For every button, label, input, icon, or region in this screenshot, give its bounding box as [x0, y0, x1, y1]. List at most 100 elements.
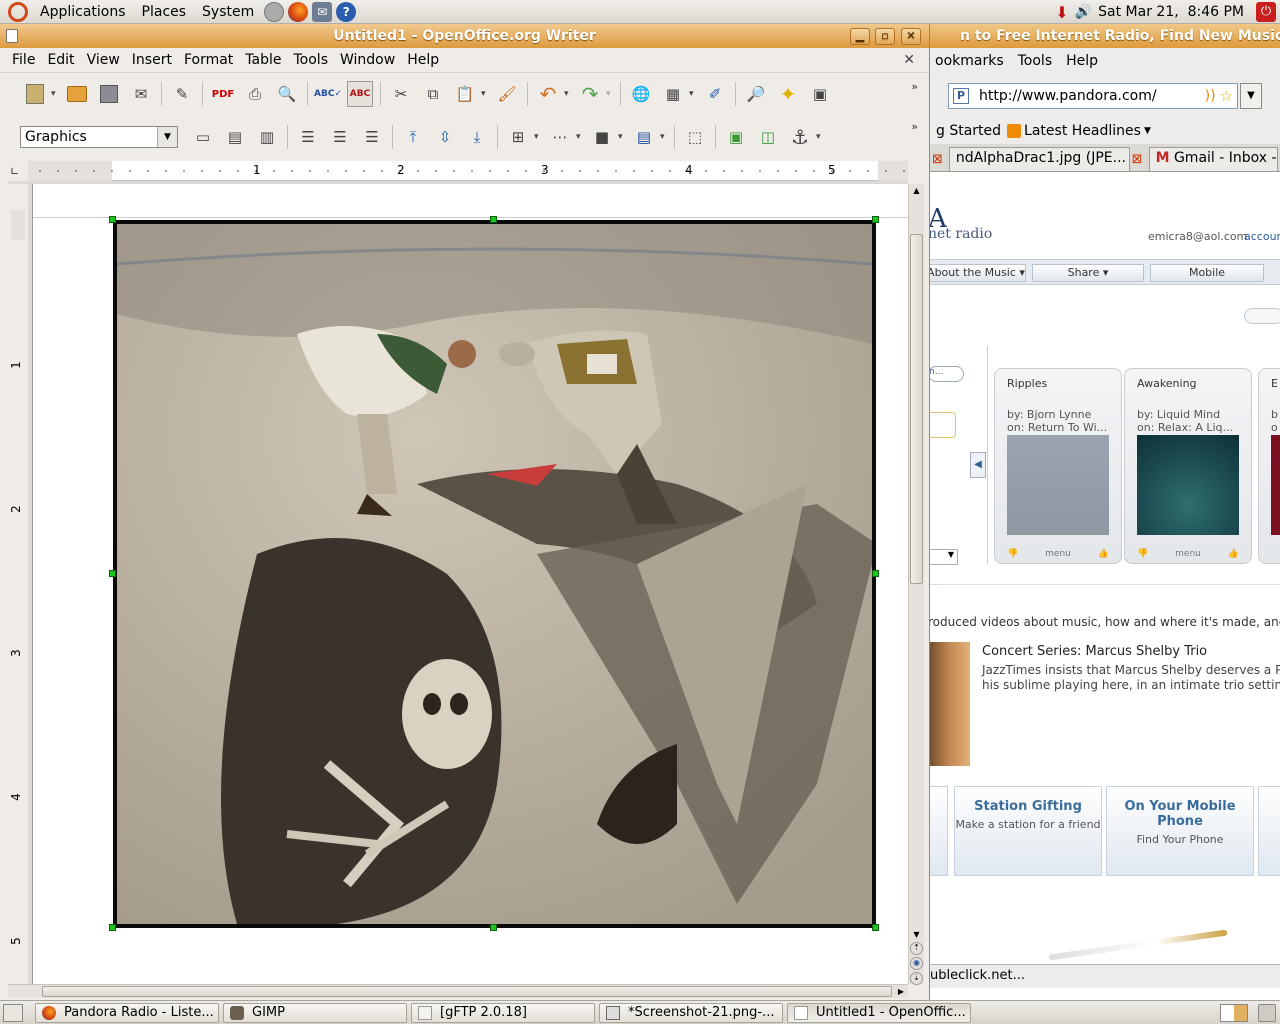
resize-handle-e[interactable]	[872, 570, 879, 577]
tab-gmail[interactable]: M Gmail - Inbox -	[1148, 147, 1278, 171]
next-page-button[interactable]: ⇣	[910, 972, 923, 985]
task-screenshot[interactable]: *Screenshot-21.png-...	[599, 1002, 783, 1023]
line-style-icon[interactable]: ⋯	[547, 124, 573, 150]
station-gifting-promo[interactable]: Station Gifting Make a station for a fri…	[954, 786, 1102, 876]
scroll-thumb[interactable]	[910, 234, 923, 584]
hyperlink-icon[interactable]: 🌐	[628, 81, 654, 107]
chevron-down-icon[interactable]: ▾	[481, 89, 491, 99]
station-card-awakening[interactable]: Awakening by: Liquid Mind on: Relax: A L…	[1124, 368, 1252, 564]
url-dropdown-button[interactable]: ▼	[1240, 83, 1262, 109]
star-icon[interactable]: ☆	[1220, 87, 1233, 105]
borders-icon[interactable]: ⊞	[505, 124, 531, 150]
chevron-down-icon[interactable]: ▾	[618, 132, 628, 142]
scroll-up-button[interactable]: ▲	[909, 184, 924, 198]
tab-image[interactable]: ndAlphaDrac1.jpg (JPE...	[948, 147, 1130, 171]
previous-page-button[interactable]: ⇡	[910, 942, 923, 955]
copy-icon[interactable]: ⧉	[420, 81, 446, 107]
chevron-down-icon[interactable]: ▾	[576, 132, 586, 142]
firefox-launcher-icon[interactable]	[288, 1, 309, 22]
align-center-icon[interactable]: ☰	[327, 124, 353, 150]
menu-view[interactable]: View	[81, 52, 126, 68]
mobile-button[interactable]: Mobile	[1150, 264, 1264, 282]
resize-handle-nw[interactable]	[109, 216, 116, 223]
export-pdf-icon[interactable]: PDF	[210, 81, 236, 107]
scroll-down-button[interactable]: ▼	[909, 928, 924, 942]
align-middle-icon[interactable]: ⇳	[432, 124, 458, 150]
task-writer[interactable]: Untitled1 - OpenOffic...	[787, 1002, 971, 1023]
wrap-off-icon[interactable]: ▭	[190, 124, 216, 150]
menu-format[interactable]: Format	[178, 52, 239, 68]
navigation-button[interactable]: ◉	[910, 957, 923, 970]
station-list-dropdown[interactable]: ▼	[928, 549, 958, 565]
send-to-back-icon[interactable]: ◫	[755, 124, 781, 150]
find-replace-icon[interactable]: 🔎	[743, 81, 769, 107]
align-top-icon[interactable]: ⤒	[400, 124, 426, 150]
concert-title[interactable]: Concert Series: Marcus Shelby Trio	[982, 644, 1207, 659]
format-paintbrush-icon[interactable]: 🖌	[494, 81, 520, 107]
url-field[interactable]: P http://www.pandora.com/ )) ☆	[948, 83, 1238, 109]
edit-file-icon[interactable]: ✎	[169, 81, 195, 107]
bring-to-front-icon[interactable]: ▣	[723, 124, 749, 150]
menu-tools[interactable]: Tools	[1011, 53, 1060, 69]
clock[interactable]: Sat Mar 21, 8:46 PM	[1098, 4, 1244, 20]
open-folder-icon[interactable]	[64, 81, 90, 107]
menu-tools[interactable]: Tools	[288, 52, 335, 68]
system-menu[interactable]: System	[194, 0, 262, 24]
align-right-icon[interactable]: ☰	[359, 124, 385, 150]
background-color-icon[interactable]: ▤	[631, 124, 657, 150]
chevron-down-icon[interactable]: ▾	[51, 89, 61, 99]
maximize-button[interactable]: ▫	[875, 28, 895, 45]
task-gimp[interactable]: GIMP	[223, 1002, 407, 1023]
power-icon[interactable]: ⏻	[1256, 2, 1276, 22]
volume-icon[interactable]: 🔊	[1075, 4, 1092, 20]
help-launcher-icon[interactable]: ?	[336, 1, 357, 22]
station-select[interactable]	[928, 412, 956, 438]
account-link[interactable]: accoun	[1244, 230, 1280, 243]
resize-handle-n[interactable]	[490, 216, 497, 223]
show-desktop-icon[interactable]	[3, 1003, 23, 1022]
horizontal-scrollbar[interactable]: ▶	[8, 984, 908, 998]
chevron-down-icon[interactable]: ▾	[660, 132, 670, 142]
volume-slider[interactable]	[1244, 308, 1280, 324]
close-document-icon[interactable]: ✕	[897, 52, 921, 68]
chevron-down-icon[interactable]: ▼	[157, 127, 177, 147]
resize-handle-sw[interactable]	[109, 924, 116, 931]
thumbs-up-icon[interactable]: 👍	[1098, 549, 1109, 559]
undo-icon[interactable]: ↶	[535, 81, 561, 107]
chevron-down-icon[interactable]: ▼	[1144, 126, 1151, 136]
rss-icon[interactable]: ))	[1205, 88, 1216, 104]
paste-icon[interactable]: 📋	[452, 81, 478, 107]
scroll-thumb[interactable]	[42, 986, 892, 997]
navigator-icon[interactable]: ✦	[775, 81, 801, 107]
inserted-image[interactable]	[113, 220, 876, 928]
about-music-button[interactable]: About the Music ▾	[928, 264, 1026, 282]
toolbar-overflow-icon[interactable]: »	[911, 120, 918, 133]
close-button[interactable]: ✕	[901, 28, 921, 45]
applications-menu[interactable]: Applications	[32, 0, 134, 24]
menu-window[interactable]: Window	[334, 52, 401, 68]
vertical-ruler[interactable]: 1 2 3 4 5	[8, 184, 28, 986]
new-document-icon[interactable]	[22, 81, 48, 107]
resize-handle-ne[interactable]	[872, 216, 879, 223]
frame-properties-icon[interactable]: ⬚	[682, 124, 708, 150]
style-select[interactable]: Graphics ▼	[20, 126, 178, 148]
resize-handle-se[interactable]	[872, 924, 879, 931]
spellcheck-icon[interactable]: ABC✓	[314, 81, 342, 107]
toolbar-overflow-icon[interactable]: »	[911, 80, 918, 93]
chevron-down-icon[interactable]: ▾	[606, 89, 616, 99]
share-button[interactable]: Share ▾	[1032, 264, 1144, 282]
table-icon[interactable]: ▦	[660, 81, 686, 107]
menu-help[interactable]: Help	[401, 52, 445, 68]
menu-insert[interactable]: Insert	[126, 52, 178, 68]
update-notifier-icon[interactable]: ⬇	[1055, 3, 1068, 22]
show-draw-functions-icon[interactable]: ✐	[702, 81, 728, 107]
chevron-down-icon[interactable]: ▾	[564, 89, 574, 99]
task-pandora[interactable]: Pandora Radio - Liste...	[35, 1002, 219, 1023]
thumbs-down-icon[interactable]: 👎	[1137, 549, 1148, 559]
menu-file[interactable]: File	[0, 52, 41, 68]
redo-icon[interactable]: ↷	[577, 81, 603, 107]
autospellcheck-icon[interactable]: ABC	[347, 81, 373, 107]
menu-bookmarks[interactable]: ookmarks	[928, 53, 1011, 69]
anchor-icon[interactable]: ⚓	[787, 124, 813, 150]
resize-handle-s[interactable]	[490, 924, 497, 931]
